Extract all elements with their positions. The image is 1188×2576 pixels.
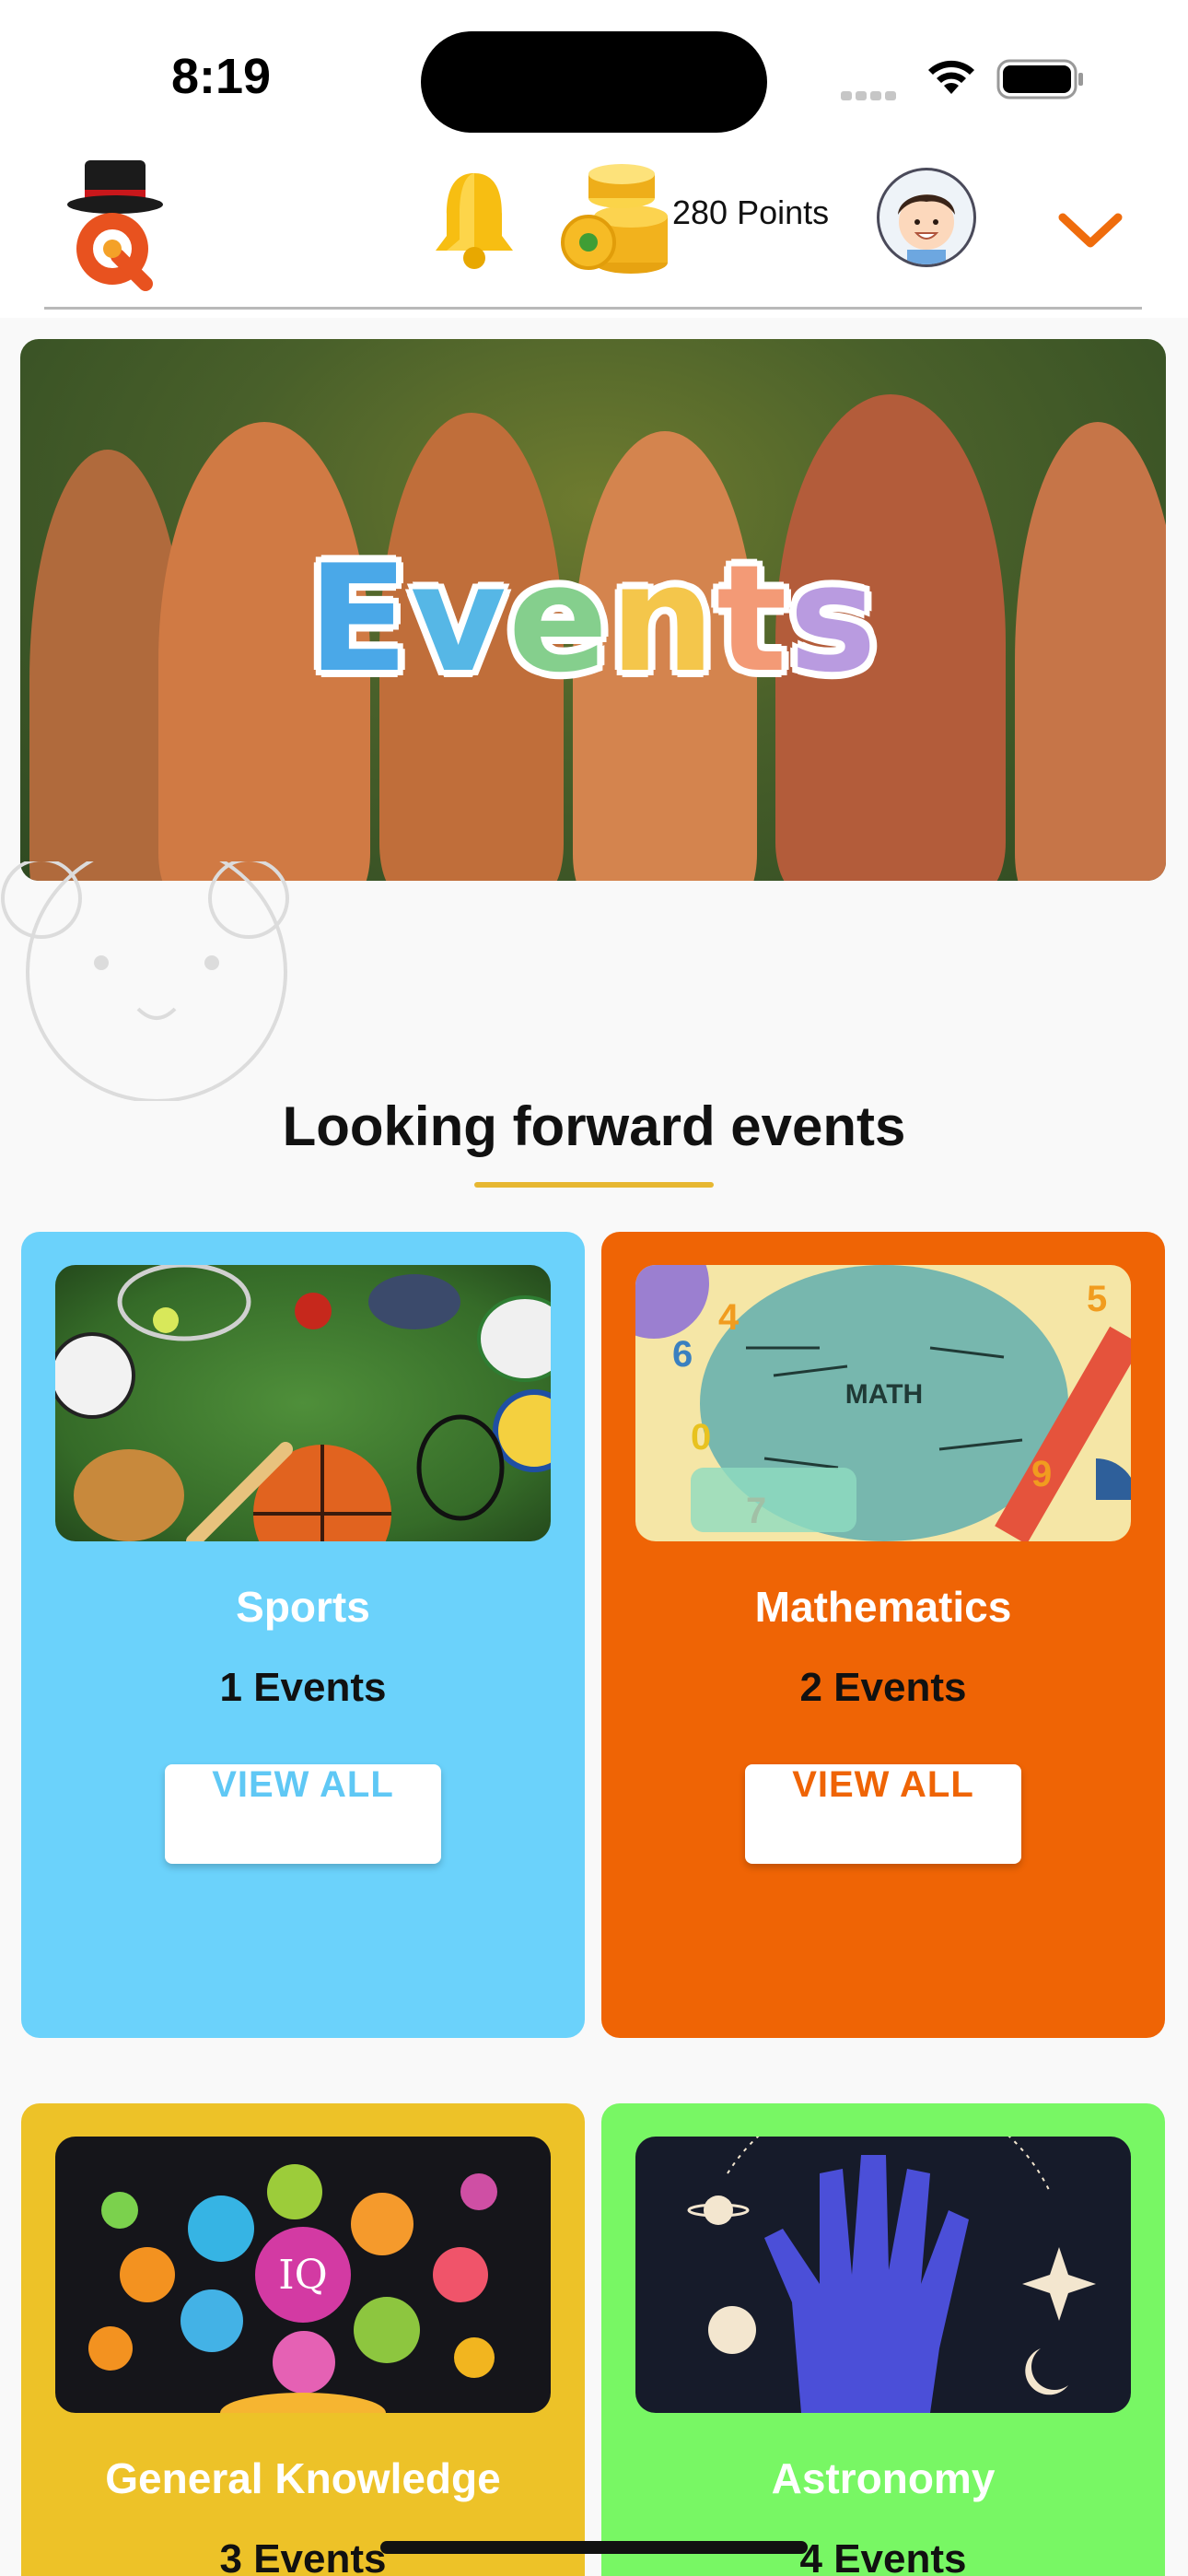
category-name: General Knowledge [105, 2454, 501, 2502]
category-card-mathematics[interactable]: MATH 6 4 0 7 9 5 Mathematics 2 Events VI… [601, 1232, 1165, 2038]
avatar[interactable] [877, 168, 976, 267]
status-time: 8:19 [171, 49, 272, 104]
chevron-down-icon[interactable] [1057, 210, 1124, 252]
category-name: Sports [236, 1583, 370, 1631]
category-event-count: 2 Events [799, 1665, 967, 1710]
cellular-signal-icon [841, 87, 900, 104]
svg-text:0: 0 [691, 1417, 711, 1458]
dynamic-island [421, 31, 767, 133]
battery-icon [996, 59, 1083, 100]
section-title: Looking forward events [282, 1095, 906, 1157]
bear-watermark-icon [1, 861, 289, 1101]
banner-title-letter: t [716, 533, 789, 705]
svg-text:5: 5 [1087, 1279, 1107, 1319]
astronomy-image [635, 2137, 1131, 2413]
avatar-face-icon [898, 194, 955, 264]
wifi-icon [928, 60, 974, 94]
general-knowledge-image: IQ [55, 2137, 551, 2413]
banner-title-letter: n [610, 533, 717, 705]
view-all-button[interactable]: VIEW ALL [745, 1764, 1021, 1864]
events-banner: Events [20, 339, 1166, 881]
category-event-count: 1 Events [219, 1665, 387, 1710]
sports-image [55, 1265, 551, 1541]
category-name: Astronomy [771, 2454, 996, 2502]
astronomy-hand-icon [687, 2137, 1096, 2413]
banner-title-letter: s [788, 533, 879, 705]
bell-icon[interactable] [428, 166, 520, 272]
banner-title-letter: e [507, 533, 611, 705]
banner-title-letter: v [410, 533, 508, 705]
category-card-astronomy[interactable]: Astronomy 4 Events [601, 2103, 1165, 2576]
coins-icon [561, 164, 668, 274]
banner-title: Events [20, 533, 1166, 705]
status-bar: 8:19 [0, 0, 1188, 157]
math-image: MATH 6 4 0 7 9 5 [635, 1265, 1131, 1541]
knowledge-bubbles-icon: IQ [88, 2164, 497, 2413]
svg-text:IQ: IQ [278, 2252, 327, 2299]
math-chalkboard-icon: MATH 6 4 0 7 9 5 [635, 1265, 1131, 1541]
category-card-sports[interactable]: Sports 1 Events VIEW ALL [21, 1232, 585, 2038]
svg-text:6: 6 [672, 1334, 693, 1375]
view-all-button[interactable]: VIEW ALL [165, 1764, 441, 1864]
svg-text:9: 9 [1031, 1454, 1052, 1494]
category-card-general-knowledge[interactable]: IQ General Knowledge 3 Events [21, 2103, 585, 2576]
header-divider [44, 307, 1142, 310]
banner-title-letter: E [308, 533, 411, 705]
sports-equipment-icon [55, 1265, 551, 1541]
section-underline [474, 1182, 714, 1188]
points-label: 280 Points [672, 193, 830, 231]
category-name: Mathematics [754, 1583, 1012, 1631]
home-indicator[interactable] [380, 2541, 808, 2554]
svg-text:MATH: MATH [845, 1379, 923, 1410]
quiz-logo-icon[interactable] [64, 157, 166, 295]
svg-text:4: 4 [718, 1297, 740, 1338]
